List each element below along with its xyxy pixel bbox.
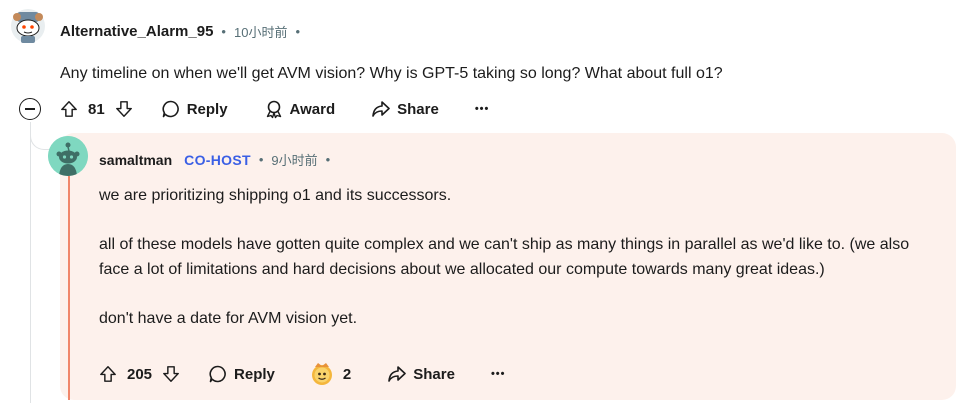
more-options-button[interactable]: ••• — [491, 368, 506, 380]
reply-actions: 205 Reply 2 Share ••• — [99, 360, 506, 388]
more-options-button[interactable]: ••• — [475, 103, 490, 115]
separator-dot: • — [295, 24, 301, 39]
vote-group: 205 — [99, 365, 180, 383]
reply-paragraph: don't have a date for AVM vision yet. — [99, 310, 358, 327]
share-button[interactable]: Share — [387, 364, 455, 384]
share-button[interactable]: Share — [371, 99, 439, 119]
arrow-up-icon — [61, 101, 77, 117]
vote-group: 81 — [60, 100, 133, 118]
comment-body: Any timeline on when we'll get AVM visio… — [60, 65, 723, 82]
username[interactable]: Alternative_Alarm_95 — [60, 23, 213, 40]
reply-header: samaltman CO-HOST • 9小时前 • — [99, 150, 330, 169]
downvote-button[interactable] — [115, 100, 133, 118]
thread-elbow — [30, 122, 52, 150]
speech-bubble-icon — [209, 365, 226, 383]
reply-button[interactable]: Reply — [161, 99, 228, 119]
award-ribbon-icon — [266, 100, 281, 119]
upvote-button[interactable] — [99, 365, 117, 383]
cohost-flair: CO-HOST — [184, 151, 251, 168]
timestamp[interactable]: 9小时前 — [271, 150, 317, 169]
share-label: Share — [397, 100, 439, 118]
collapse-thread-button[interactable] — [19, 98, 41, 120]
share-arrow-icon — [388, 366, 407, 382]
avatar[interactable] — [48, 136, 88, 176]
reply-button[interactable]: Reply — [208, 364, 275, 384]
award-count: 2 — [342, 365, 352, 383]
arrow-down-icon — [115, 101, 132, 117]
separator-dot: • — [258, 152, 264, 167]
minus-circle-icon — [25, 108, 35, 110]
separator-dot: • — [325, 152, 331, 167]
reply-paragraph: we are prioritizing shipping o1 and its … — [99, 187, 452, 204]
vote-count: 81 — [88, 100, 105, 118]
reply-label: Reply — [234, 365, 275, 383]
award-label: Award — [289, 100, 336, 118]
separator-dot: • — [221, 24, 226, 39]
comment-actions: 81 Reply Award Share ••• — [60, 95, 489, 123]
comment-header: Alternative_Alarm_95 • 10小时前 • — [60, 22, 300, 41]
highlight-line — [68, 175, 70, 400]
reply-label: Reply — [186, 100, 228, 118]
share-label: Share — [413, 365, 455, 383]
award-badge[interactable]: 2 — [309, 361, 351, 387]
reply-body: we are prioritizing shipping o1 and its … — [99, 183, 929, 331]
downvote-button[interactable] — [162, 365, 180, 383]
thread-line — [30, 122, 31, 403]
reply-paragraph: all of these models have gotten quite co… — [99, 236, 910, 278]
share-arrow-icon — [372, 101, 390, 117]
vote-count: 205 — [127, 365, 153, 383]
timestamp[interactable]: 10小时前 — [234, 22, 287, 41]
award-medal-icon — [311, 363, 332, 385]
username[interactable]: samaltman — [99, 152, 172, 168]
upvote-button[interactable] — [60, 100, 78, 118]
award-button[interactable]: Award — [264, 99, 336, 119]
arrow-down-icon — [163, 366, 179, 382]
speech-bubble-icon — [162, 100, 179, 118]
arrow-up-icon — [100, 366, 116, 382]
avatar[interactable] — [10, 8, 46, 44]
